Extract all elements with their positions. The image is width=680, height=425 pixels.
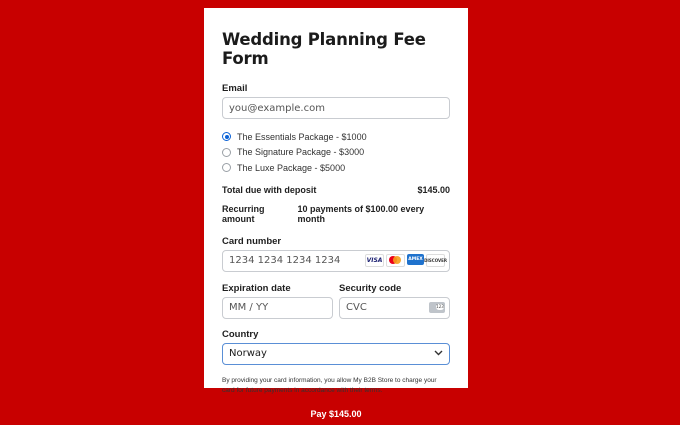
cvc-label: Security code xyxy=(339,282,402,294)
recurring-value: 10 payments of $100.00 every month xyxy=(297,203,425,224)
expiry-cvc-row: Expiration date MM / YY Security code CV… xyxy=(222,283,450,319)
radio-luxe[interactable] xyxy=(222,163,231,173)
radio-signature[interactable] xyxy=(222,147,231,157)
expiry-label: Expiration date xyxy=(222,282,291,294)
total-row: Total due with deposit $145.00 xyxy=(222,185,450,195)
visa-icon: VISA xyxy=(365,254,384,267)
package-label: The Essentials Package - $1000 xyxy=(237,131,367,142)
cvc-group: Security code CVC 123 xyxy=(339,283,450,319)
card-number-placeholder: 1234 1234 1234 1234 xyxy=(229,255,341,266)
package-options: The Essentials Package - $1000 The Signa… xyxy=(222,129,450,176)
package-option-luxe[interactable]: The Luxe Package - $5000 xyxy=(222,160,450,176)
expiry-group: Expiration date MM / YY xyxy=(222,283,333,319)
radio-essentials[interactable] xyxy=(222,132,231,142)
country-value: Norway xyxy=(229,348,267,359)
email-field[interactable]: you@example.com xyxy=(222,97,450,119)
cvc-field[interactable]: CVC 123 xyxy=(339,296,450,319)
cvc-card-icon: 123 xyxy=(429,302,445,313)
payment-form-card: Wedding Planning Fee Form Email you@exam… xyxy=(204,8,468,425)
country-select[interactable]: Norway xyxy=(222,342,450,365)
recurring-label: Recurring amount xyxy=(222,203,265,224)
legal-text: By providing your card information, you … xyxy=(222,376,437,394)
package-label: The Signature Package - $3000 xyxy=(237,147,365,158)
package-option-essentials[interactable]: The Essentials Package - $1000 xyxy=(222,129,450,145)
country-label: Country xyxy=(222,328,259,340)
recurring-row: Recurring amount 10 payments of $100.00 … xyxy=(222,204,450,224)
package-label: The Luxe Package - $5000 xyxy=(237,162,346,173)
card-number-label: Card number xyxy=(222,235,282,247)
discover-icon: DISCOVER xyxy=(424,254,447,267)
cvc-placeholder: CVC xyxy=(346,302,367,313)
email-label: Email xyxy=(222,83,248,94)
package-option-signature[interactable]: The Signature Package - $3000 xyxy=(222,145,450,161)
card-number-field[interactable]: 1234 1234 1234 1234 VISA AMEX DISCOVER xyxy=(222,249,450,272)
expiry-field[interactable]: MM / YY xyxy=(222,296,333,319)
card-brands: VISA AMEX DISCOVER xyxy=(365,254,447,267)
mastercard-icon xyxy=(386,254,405,267)
amex-icon: AMEX xyxy=(407,254,424,265)
total-label: Total due with deposit xyxy=(222,184,317,195)
form-title: Wedding Planning Fee Form xyxy=(222,30,426,68)
pay-button[interactable]: Pay $145.00 xyxy=(222,402,450,425)
total-value: $145.00 xyxy=(417,184,450,195)
chevron-down-icon xyxy=(434,349,443,359)
